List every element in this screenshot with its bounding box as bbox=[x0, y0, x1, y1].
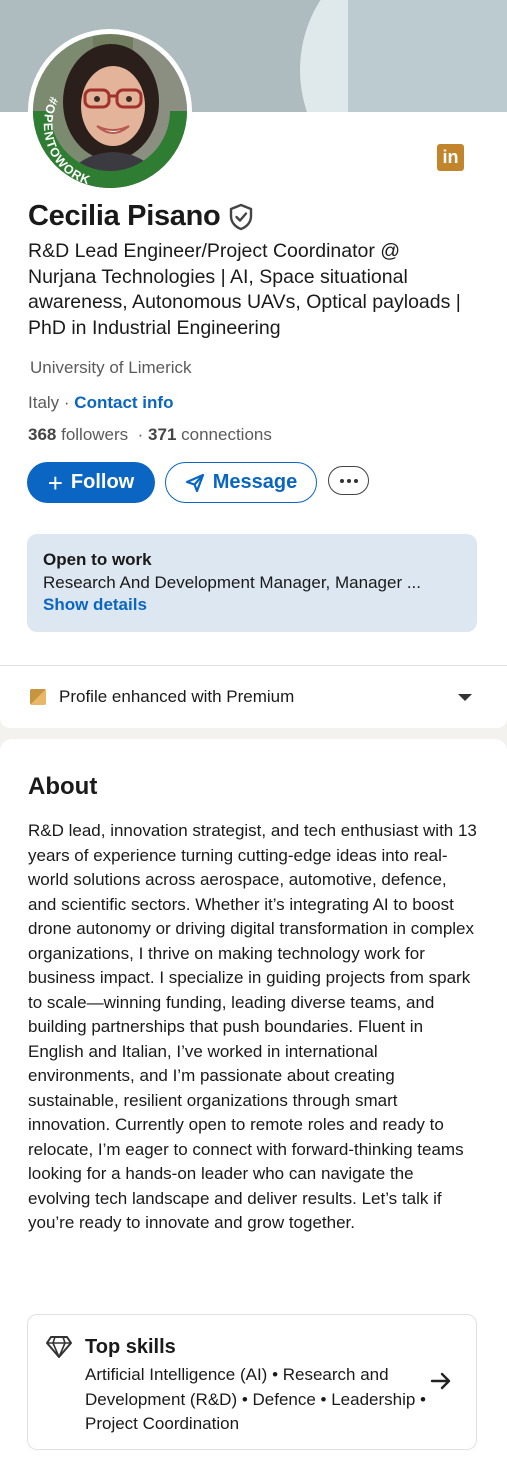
premium-banner[interactable]: Profile enhanced with Premium bbox=[0, 666, 507, 728]
banner-block bbox=[348, 0, 507, 112]
name-row: Cecilia Pisano bbox=[28, 200, 254, 233]
arrow-right-icon[interactable] bbox=[430, 1371, 452, 1391]
more-icon[interactable] bbox=[328, 466, 369, 495]
location-row: Italy · Contact info bbox=[28, 393, 173, 413]
follow-button[interactable]: + Follow bbox=[27, 462, 155, 503]
profile-headline: R&D Lead Engineer/Project Coordinator @ … bbox=[28, 240, 461, 340]
open-to-work-title: Open to work bbox=[43, 550, 152, 569]
verified-shield-icon[interactable] bbox=[228, 203, 254, 231]
about-card: About R&D lead, innovation strategist, a… bbox=[0, 739, 507, 1462]
avatar[interactable]: #OPENTOWORK bbox=[28, 29, 192, 193]
profile-photo: #OPENTOWORK bbox=[33, 34, 187, 188]
send-icon bbox=[185, 473, 204, 492]
open-to-work-card[interactable]: Open to work Research And Development Ma… bbox=[27, 534, 477, 632]
top-skills-heading: Top skills bbox=[85, 1336, 176, 1358]
followers-label: followers bbox=[56, 425, 129, 444]
show-details-link[interactable]: Show details bbox=[43, 595, 461, 615]
profile-location: Italy bbox=[28, 393, 60, 412]
plus-icon: + bbox=[47, 467, 63, 498]
location-separator: · bbox=[59, 393, 75, 412]
profile-name: Cecilia Pisano bbox=[28, 200, 221, 232]
message-button[interactable]: Message bbox=[165, 462, 317, 503]
top-skills-card[interactable]: Top skills Artificial Intelligence (AI) … bbox=[27, 1314, 477, 1450]
connections-count: 371 bbox=[148, 425, 177, 444]
top-skills-list: Artificial Intelligence (AI) • Research … bbox=[85, 1365, 427, 1433]
stats-separator: · bbox=[128, 425, 149, 444]
profile-card: #OPENTOWORK in Cecilia Pisano R&D Lead E… bbox=[0, 0, 507, 728]
message-label: Message bbox=[212, 471, 298, 493]
connections-label: connections bbox=[176, 425, 272, 444]
open-to-work-roles: Research And Development Manager, Manage… bbox=[43, 573, 421, 592]
follow-label: Follow bbox=[70, 471, 135, 493]
about-heading: About bbox=[28, 773, 98, 800]
chevron-down-icon[interactable] bbox=[458, 694, 472, 701]
linkedin-icon[interactable]: in bbox=[437, 144, 464, 171]
profile-school[interactable]: University of Limerick bbox=[30, 358, 192, 378]
contact-info-link[interactable]: Contact info bbox=[74, 393, 173, 412]
followers-count: 368 bbox=[28, 425, 57, 444]
premium-label: Profile enhanced with Premium bbox=[59, 687, 295, 706]
about-text: R&D lead, innovation strategist, and tec… bbox=[28, 821, 477, 1232]
diamond-icon bbox=[46, 1336, 72, 1358]
premium-icon bbox=[30, 689, 46, 705]
network-stats: 368 followers · 371 connections bbox=[28, 425, 272, 445]
